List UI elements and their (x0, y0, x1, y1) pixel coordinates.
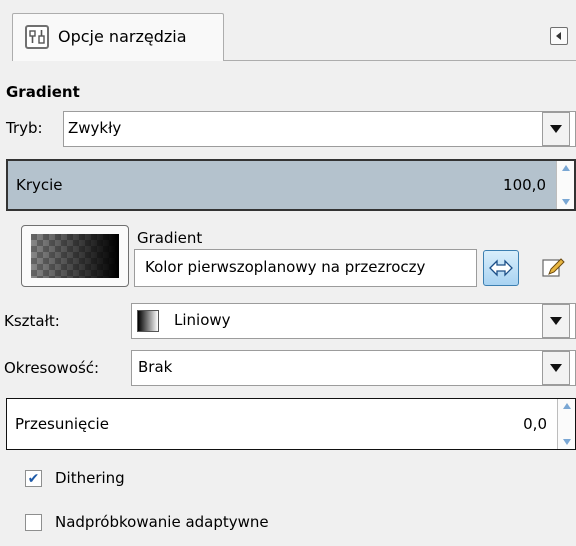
shape-label: Kształt: (4, 312, 60, 330)
chevron-down-icon[interactable] (542, 351, 570, 385)
opacity-value: 100,0 (503, 176, 546, 194)
gradient-preview (31, 234, 119, 278)
tab-divider (224, 60, 576, 61)
chevron-down-icon[interactable] (542, 112, 570, 146)
offset-spinner[interactable] (557, 399, 575, 449)
opacity-slider[interactable]: Krycie 100,0 (6, 159, 576, 211)
offset-label: Przesunięcie (15, 415, 109, 433)
tab-label: Opcje narzędzia (58, 27, 187, 46)
section-title: Gradient (6, 83, 80, 101)
pencil-icon (542, 258, 565, 277)
tab-menu-icon[interactable] (550, 27, 568, 45)
mode-select[interactable]: Zwykły (63, 111, 576, 147)
swap-arrows-icon (489, 259, 513, 277)
offset-value: 0,0 (523, 415, 547, 433)
gradient-label: Gradient (137, 229, 203, 247)
gradient-preview-button[interactable] (21, 225, 129, 287)
opacity-spinner[interactable] (556, 161, 574, 209)
mode-label: Tryb: (6, 119, 43, 137)
adaptive-supersampling-label[interactable]: Nadpróbkowanie adaptywne (55, 513, 269, 531)
tool-options-tab[interactable]: Opcje narzędzia (12, 13, 224, 61)
shape-select[interactable]: Liniowy (131, 303, 576, 339)
mode-value: Zwykły (68, 119, 122, 137)
edit-gradient-button[interactable] (539, 254, 567, 282)
spin-down-icon[interactable] (561, 199, 570, 205)
repeat-value: Brak (138, 358, 173, 376)
opacity-label: Krycie (16, 176, 63, 194)
opacity-fill (8, 161, 556, 209)
shape-value: Liniowy (174, 311, 231, 329)
tool-options-icon (25, 25, 49, 49)
gradient-name-field[interactable]: Kolor pierwszoplanowy na przezroczy (134, 249, 477, 287)
spin-up-icon[interactable] (562, 403, 571, 409)
spin-up-icon[interactable] (561, 165, 570, 171)
chevron-down-icon[interactable] (542, 304, 570, 338)
reverse-gradient-button[interactable] (483, 250, 519, 286)
gradient-name-value: Kolor pierwszoplanowy na przezroczy (145, 258, 426, 276)
offset-slider[interactable]: Przesunięcie 0,0 (6, 398, 576, 450)
repeat-select[interactable]: Brak (131, 350, 576, 386)
linear-gradient-icon (137, 310, 159, 332)
repeat-label: Okresowość: (4, 359, 100, 377)
dithering-label[interactable]: Dithering (55, 469, 125, 487)
spin-down-icon[interactable] (562, 439, 571, 445)
adaptive-supersampling-checkbox[interactable] (25, 514, 42, 531)
dithering-checkbox[interactable]: ✔ (25, 470, 42, 487)
